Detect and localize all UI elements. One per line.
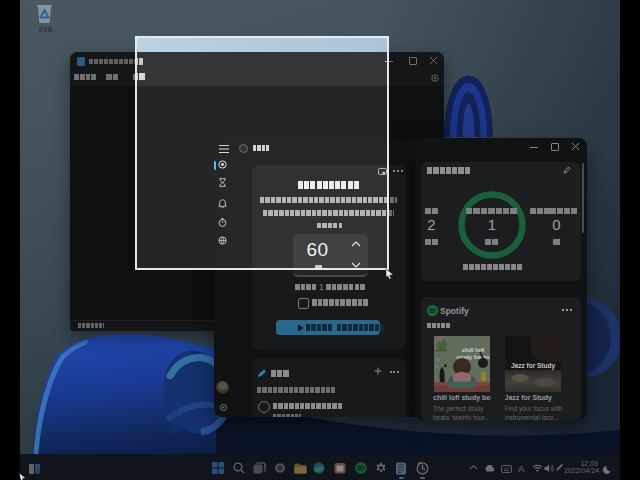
svg-text:chill lofi: chill lofi (462, 347, 485, 353)
